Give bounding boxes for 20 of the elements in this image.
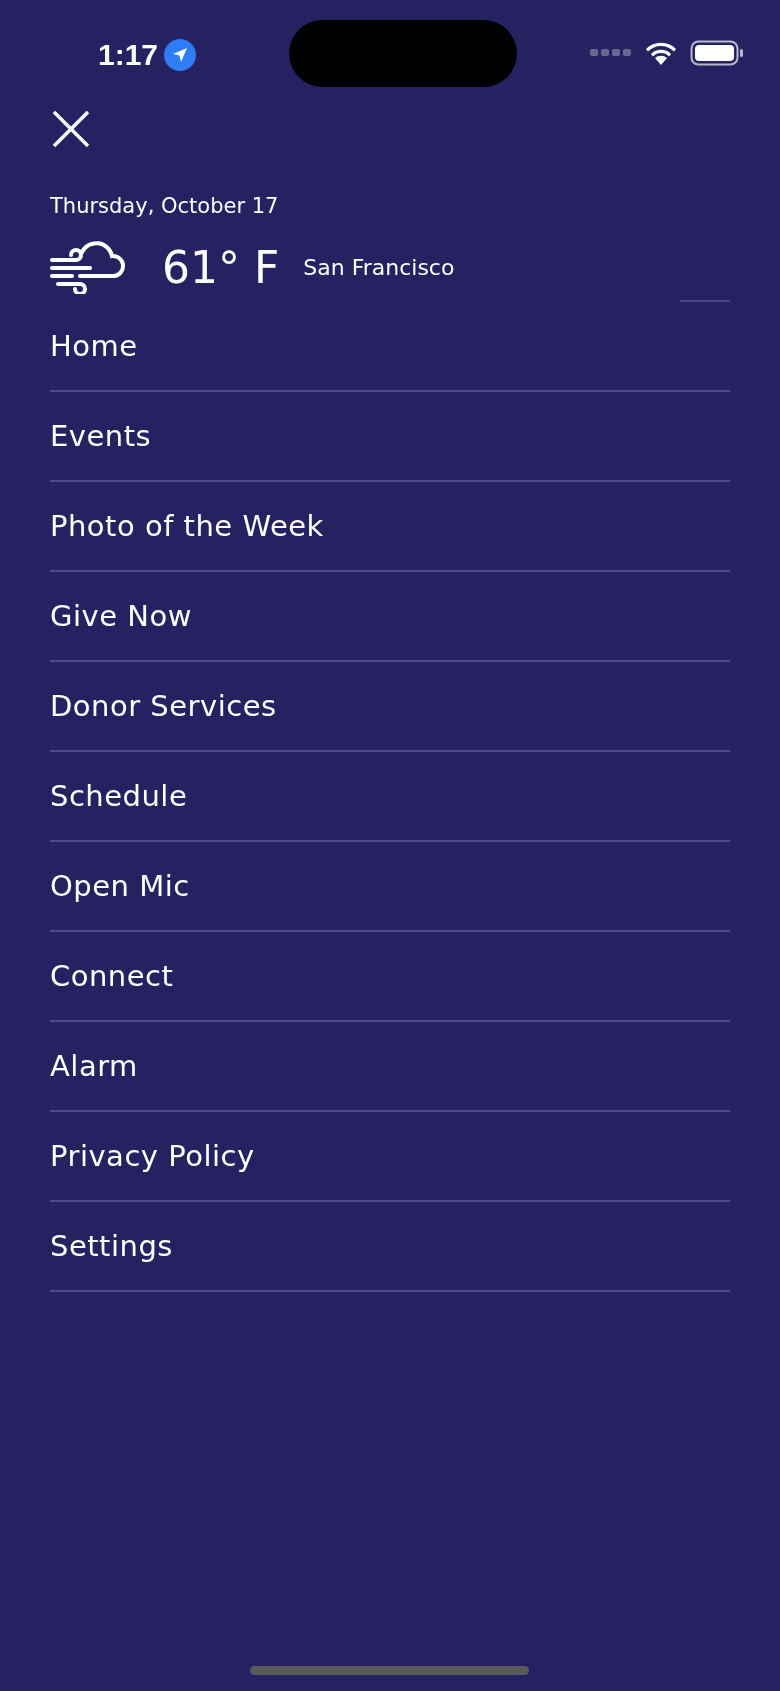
status-time: 1:17: [98, 38, 159, 72]
wifi-icon: [644, 40, 678, 66]
windy-cloud-icon: [50, 240, 126, 294]
menu-item[interactable]: Alarm: [50, 1049, 138, 1083]
menu-item[interactable]: Settings: [50, 1229, 173, 1263]
menu-item[interactable]: Schedule: [50, 779, 188, 813]
city-name: San Francisco: [303, 254, 455, 280]
signal-icon: [590, 49, 632, 57]
menu-item[interactable]: Give Now: [50, 599, 192, 633]
menu-item[interactable]: Privacy Policy: [50, 1139, 255, 1173]
menu-item[interactable]: Open Mic: [50, 869, 190, 903]
temperature: 61° F: [162, 241, 280, 293]
menu-item[interactable]: Donor Services: [50, 689, 277, 723]
menu-item[interactable]: Home: [50, 329, 138, 363]
battery-icon: [690, 40, 744, 66]
menu-item[interactable]: Connect: [50, 959, 174, 993]
date-label: Thursday, October 17: [50, 194, 279, 218]
close-button[interactable]: [52, 110, 90, 148]
menu-item[interactable]: Photo of the Week: [50, 509, 324, 543]
menu-item[interactable]: Events: [50, 419, 152, 453]
